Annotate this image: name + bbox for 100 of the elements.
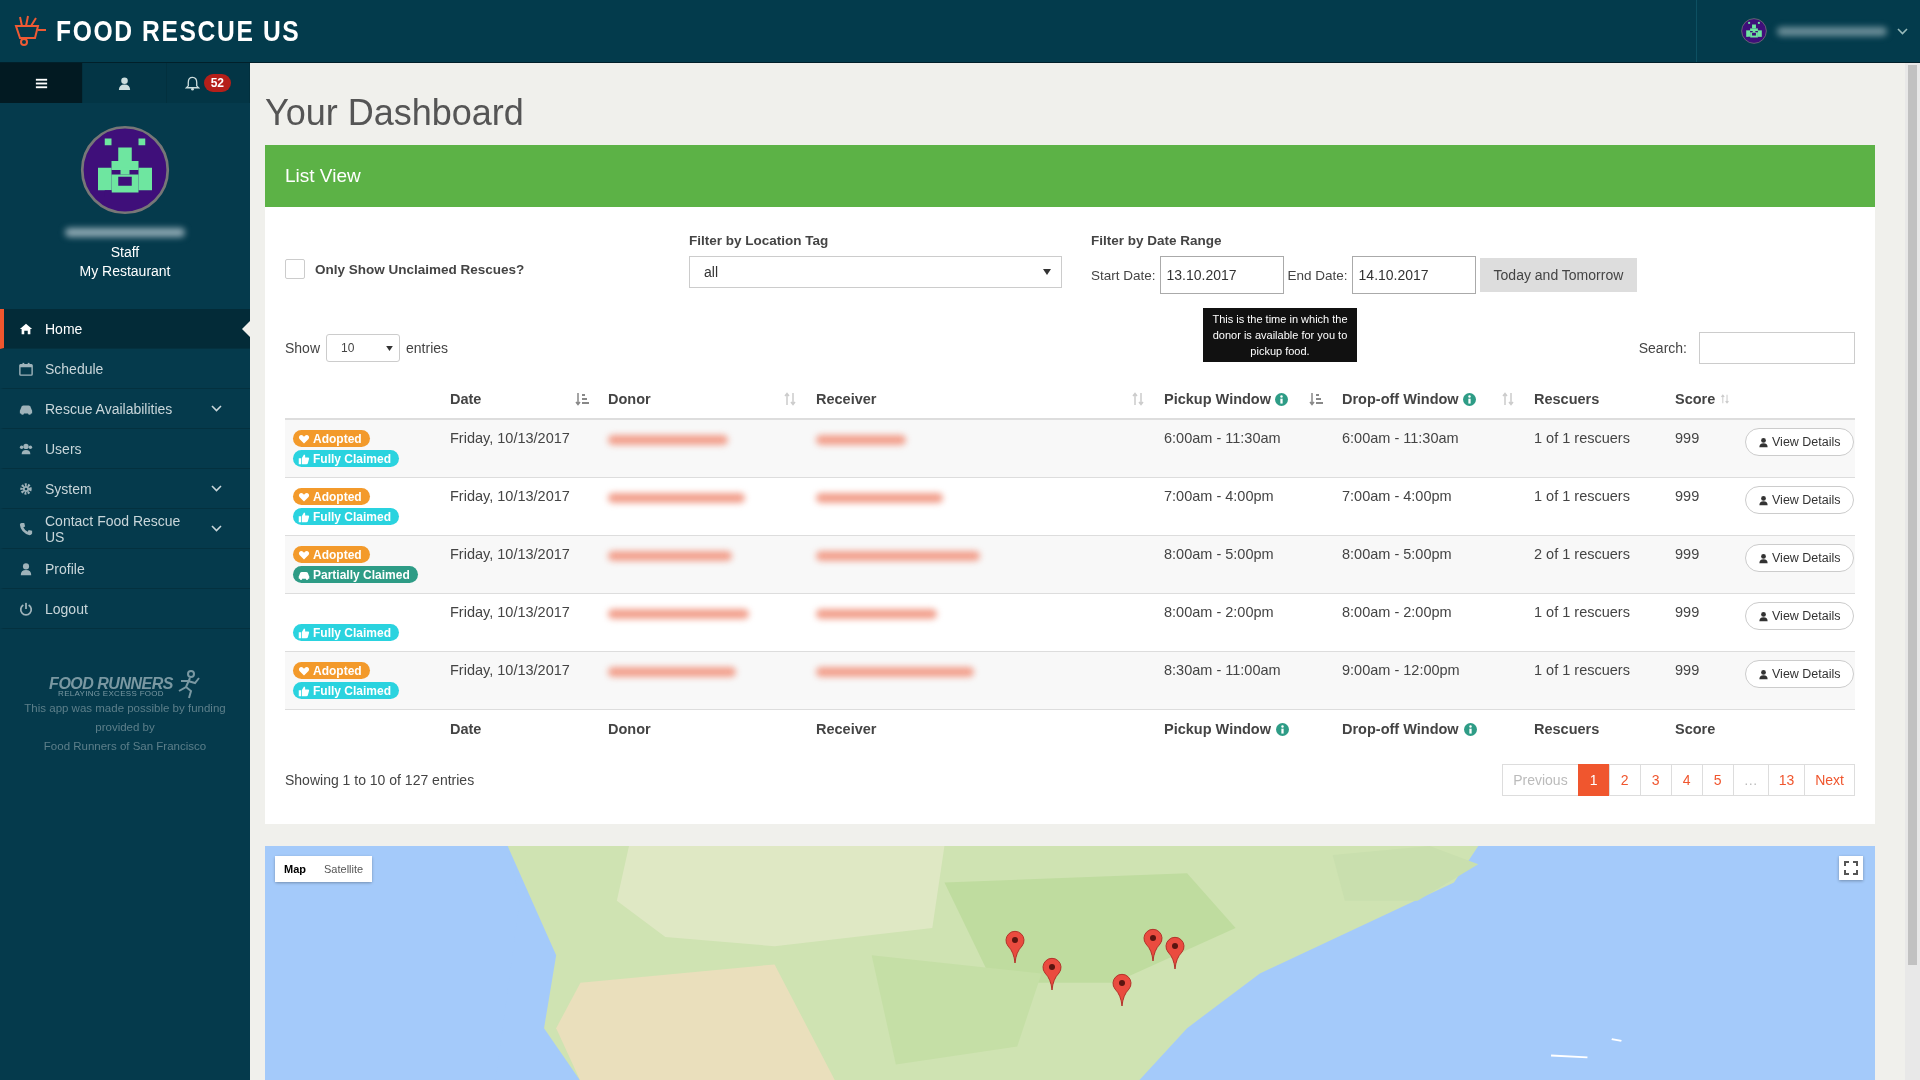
page-button[interactable]: 2 (1608, 764, 1641, 796)
map-pin-icon[interactable] (1042, 957, 1062, 991)
table-cell: Friday, 10/13/2017 (450, 430, 570, 446)
sidebar-item[interactable]: Contact Food Rescue US (0, 509, 250, 549)
table-cell: 999 (1675, 604, 1700, 620)
map-type-button[interactable]: Map (275, 856, 315, 882)
sidebar-item[interactable]: Logout (0, 589, 250, 629)
show-label: entries (406, 340, 449, 356)
table-cell: Friday, 10/13/2017 (450, 604, 570, 620)
user-icon (1758, 494, 1769, 506)
search-label: Search: (1638, 340, 1687, 356)
table-cell: 8:00am - 2:00pm (1164, 604, 1274, 620)
sidebar-item[interactable]: Home (0, 309, 250, 349)
table-cell: 999 (1675, 546, 1700, 562)
map-pin-icon[interactable] (1005, 930, 1025, 964)
table-cell: 1 of 1 rescuers (1534, 604, 1630, 620)
sidebar-item[interactable]: Rescue Availabilities (0, 389, 250, 429)
table-cell: 999 (1675, 430, 1700, 446)
table-cell: 999 (1675, 488, 1700, 504)
page-button[interactable]: 5 (1701, 764, 1734, 796)
column-header[interactable]: Rescuers (1534, 391, 1600, 407)
status-badge: Adopted (293, 546, 370, 563)
home-icon (19, 321, 33, 336)
map-pin-icon[interactable] (1112, 973, 1132, 1007)
column-footer: Date (450, 721, 482, 737)
info-icon[interactable] (1276, 722, 1289, 736)
page-button[interactable]: 3 (1639, 764, 1672, 796)
status-badge: Fully Claimed (293, 682, 400, 699)
user-icon (1758, 610, 1769, 622)
chevron-down-icon (211, 405, 222, 412)
column-header[interactable]: Date (450, 391, 482, 407)
column-footer: Receiver (816, 721, 877, 737)
heart-icon (298, 432, 310, 445)
checkbox[interactable] (285, 259, 305, 279)
search-field[interactable] (1699, 332, 1855, 364)
thumbs-up-icon (298, 510, 310, 523)
map-pin-icon[interactable] (1165, 936, 1185, 970)
column-header[interactable]: Donor (608, 391, 651, 407)
sidebar-item[interactable]: Schedule (0, 349, 250, 389)
sidebar-tab[interactable] (0, 63, 84, 103)
column-header[interactable]: Pickup Window (1164, 391, 1271, 407)
today-tomorrow-button[interactable]: Today and Tomorrow (1479, 258, 1638, 292)
status-badge: Adopted (293, 488, 370, 505)
heart-icon (298, 548, 310, 561)
sidebar-item[interactable]: Users (0, 429, 250, 469)
end-date-field[interactable]: 14.10.2017 (1351, 256, 1476, 294)
user-icon (1758, 436, 1769, 448)
checkbox-label: Only Show Unclaimed Rescues? (315, 261, 525, 277)
sidebar-tab[interactable]: 52 (166, 63, 250, 103)
view-details-button[interactable]: View Details (1745, 428, 1854, 456)
entries-select[interactable]: 10 (326, 334, 401, 362)
table-cell: 8:00am - 5:00pm (1342, 546, 1452, 562)
chevron-down-icon (211, 485, 222, 492)
info-icon[interactable] (1463, 722, 1477, 736)
table-cell: 1 of 1 rescuers (1534, 662, 1630, 678)
location-select[interactable]: all (689, 256, 1062, 288)
scrollbar[interactable] (1905, 63, 1920, 1080)
entries-summary: Showing 1 to 10 of 127 entries (285, 772, 475, 788)
page-button[interactable]: Next (1804, 764, 1855, 796)
table-cell: 7:00am - 4:00pm (1342, 488, 1452, 504)
view-details-button[interactable]: View Details (1745, 602, 1854, 630)
column-header[interactable]: Drop-off Window (1342, 391, 1459, 407)
user-icon (117, 75, 132, 91)
sort-icon[interactable] (1309, 392, 1323, 406)
caret-icon (386, 345, 394, 351)
logo-tagline: RELAYING EXCESS FOOD (58, 689, 164, 699)
chevron-down-icon (211, 525, 222, 532)
table-cell: 1 of 1 rescuers (1534, 488, 1630, 504)
table-cell: 9:00am - 12:00pm (1342, 662, 1460, 678)
fullscreen-icon[interactable] (1839, 856, 1863, 880)
sidebar-tab[interactable] (83, 63, 167, 103)
page-button[interactable]: 13 (1767, 764, 1806, 796)
power-icon (19, 601, 33, 616)
view-details-button[interactable]: View Details (1745, 660, 1854, 688)
map-pin-icon[interactable] (1143, 928, 1163, 962)
column-header[interactable]: Score (1675, 391, 1716, 407)
table-cell: Friday, 10/13/2017 (450, 662, 570, 678)
start-date-field[interactable]: 13.10.2017 (1159, 256, 1284, 294)
table-cell: 2 of 1 rescuers (1534, 546, 1630, 562)
info-icon[interactable] (1462, 392, 1476, 406)
map-type-button[interactable]: Satellite (315, 856, 373, 882)
page-button[interactable]: 4 (1670, 764, 1703, 796)
heart-icon (298, 664, 310, 677)
sort-icon[interactable] (575, 392, 589, 406)
info-icon[interactable] (1275, 392, 1288, 406)
thumbs-up-icon (298, 452, 310, 465)
field-label: Start Date: (1091, 267, 1156, 283)
sidebar-item[interactable]: Profile (0, 549, 250, 589)
table-cell: 8:00am - 2:00pm (1342, 604, 1452, 620)
view-details-button[interactable]: View Details (1745, 544, 1854, 572)
brand-name: FOOD RESCUE US (56, 14, 301, 48)
table-cell: 8:00am - 5:00pm (1164, 546, 1274, 562)
column-header[interactable]: Receiver (816, 391, 877, 407)
sidebar-item[interactable]: System (0, 469, 250, 509)
view-details-button[interactable]: View Details (1745, 486, 1854, 514)
phone-icon (19, 521, 33, 536)
column-footer: Score (1675, 721, 1716, 737)
organization-name: My Restaurant (79, 263, 171, 279)
filter-label: Filter by Location Tag (689, 233, 830, 248)
field-label: End Date: (1287, 267, 1348, 283)
